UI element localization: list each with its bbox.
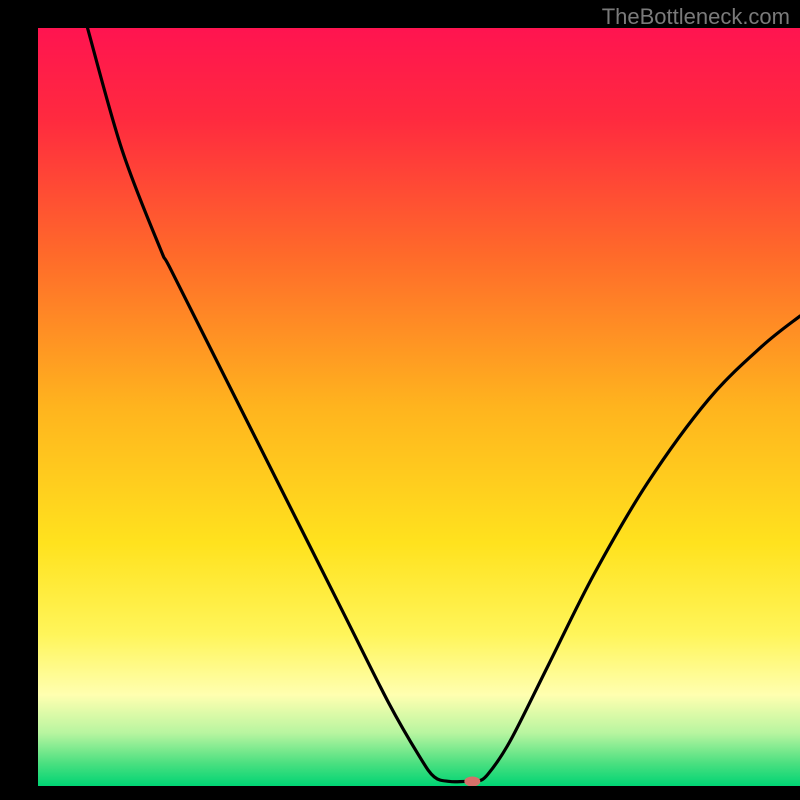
chart-container: TheBottleneck.com: [0, 0, 800, 800]
left-border: [0, 0, 38, 800]
watermark-text: TheBottleneck.com: [602, 4, 790, 30]
plot-area: [38, 28, 800, 786]
min-point-marker: [464, 776, 480, 786]
bottom-border: [0, 786, 800, 800]
chart-svg: [0, 0, 800, 800]
